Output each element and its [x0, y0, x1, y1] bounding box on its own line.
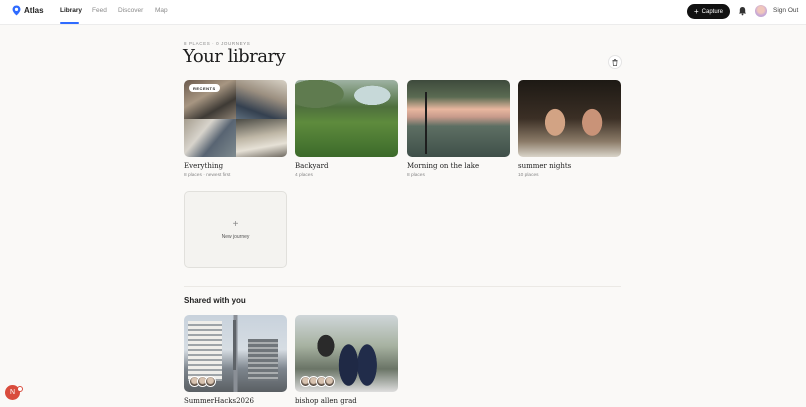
new-journey-button[interactable]: + New journey	[184, 191, 287, 268]
card-subtitle: 8 places	[407, 173, 425, 178]
avatar	[324, 376, 335, 387]
shared-card-bishop-allen-grad[interactable]: bishop allen grad	[295, 315, 398, 405]
card-subtitle: 10 places	[518, 173, 539, 178]
card-thumbnail: RECENTS	[184, 80, 287, 157]
journey-card-summer-nights[interactable]: summer nights 10 places	[518, 80, 621, 178]
bell-icon[interactable]	[738, 6, 747, 16]
journey-card-morning-on-the-lake[interactable]: Morning on the lake 8 places	[407, 80, 510, 178]
card-subtitle: 8 places · newest first	[184, 173, 231, 178]
avatar[interactable]	[755, 5, 767, 17]
journey-card-backyard[interactable]: Backyard 4 places	[295, 80, 398, 178]
card-subtitle: 4 places	[295, 173, 313, 178]
member-avatars	[189, 376, 216, 387]
nav-map[interactable]: Map	[155, 7, 168, 14]
card-thumbnail	[295, 80, 398, 157]
card-title: SummerHacks2026	[184, 397, 254, 405]
page-title: Your library	[183, 46, 286, 67]
nav-library[interactable]: Library	[60, 7, 82, 14]
trash-button[interactable]	[608, 55, 622, 69]
collage-photo	[235, 80, 287, 119]
shared-card-summerhacks2026[interactable]: SummerHacks2026	[184, 315, 287, 405]
capture-label: Capture	[701, 8, 724, 15]
card-thumbnail	[295, 315, 398, 392]
active-tab-indicator	[60, 22, 79, 24]
shared-section-title: Shared with you	[184, 296, 246, 305]
card-title: Backyard	[295, 162, 329, 170]
nav-feed[interactable]: Feed	[92, 7, 107, 14]
tower	[233, 320, 236, 370]
card-thumbnail	[518, 80, 621, 157]
journey-card-everything[interactable]: RECENTS Everything 8 places · newest fir…	[184, 80, 287, 178]
collage-photo	[235, 118, 287, 157]
logo-text: Atlas	[24, 6, 44, 15]
card-thumbnail	[407, 80, 510, 157]
card-title: summer nights	[518, 162, 572, 170]
member-avatars	[300, 376, 335, 387]
collage-photo	[184, 118, 236, 157]
avatar	[205, 376, 216, 387]
notification-dot	[17, 386, 23, 392]
card-title: Morning on the lake	[407, 162, 480, 170]
card-title: bishop allen grad	[295, 397, 357, 405]
logo[interactable]: Atlas	[12, 5, 44, 16]
location-pin-icon	[12, 5, 21, 16]
top-nav: Atlas Library Feed Discover Map + Captur…	[0, 0, 806, 25]
plus-icon: +	[232, 218, 239, 230]
building	[248, 339, 278, 381]
capture-button[interactable]: + Capture	[687, 4, 730, 19]
fishing-rod	[425, 92, 427, 154]
new-journey-label: New journey	[221, 233, 250, 240]
building	[188, 321, 222, 381]
card-thumbnail	[184, 315, 287, 392]
nav-discover[interactable]: Discover	[118, 7, 143, 14]
plus-icon: +	[693, 6, 699, 16]
trash-icon	[612, 58, 618, 66]
recents-badge: RECENTS	[189, 84, 220, 92]
card-title: Everything	[184, 162, 224, 170]
section-divider	[184, 286, 621, 287]
sign-out-link[interactable]: Sign Out	[773, 7, 798, 14]
